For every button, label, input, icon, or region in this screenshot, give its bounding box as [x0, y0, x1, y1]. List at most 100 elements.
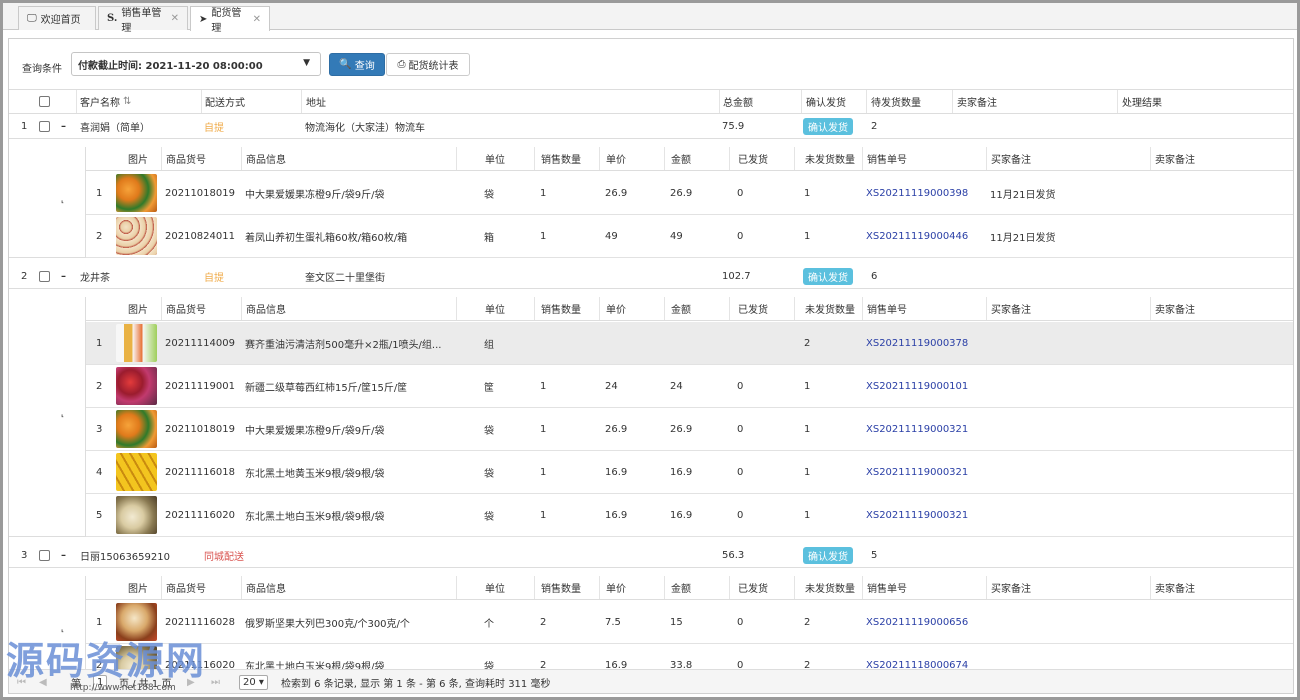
item-unshipped: 1 [804, 423, 811, 435]
item-img [116, 322, 161, 364]
item-seller-note [1150, 408, 1293, 450]
close-icon[interactable]: ✕ [171, 13, 179, 24]
subcol-img: 图片 [128, 584, 148, 595]
item-order[interactable]: XS20211119000378 [862, 322, 986, 364]
item-price: 7.5 [605, 616, 621, 628]
item-n: 4 [96, 466, 103, 478]
subcol-code: 商品货号 [161, 297, 241, 320]
total-amount: 75.9 [722, 120, 745, 132]
item-order[interactable]: XS20211119000446 [862, 215, 986, 257]
item-buyer-note [986, 644, 1150, 669]
product-image [116, 496, 157, 534]
item-unit: 袋 [484, 468, 494, 480]
item-unshipped: 2 [804, 659, 811, 670]
item-amount: 26.9 [670, 187, 693, 199]
item-info: 新疆二级草莓西红柿15斤/筐15斤/筐 [245, 382, 408, 394]
close-icon[interactable]: ✕ [253, 14, 261, 25]
item-amount: 24 [670, 380, 683, 392]
subcol-qty: 销售数量 [534, 297, 599, 320]
subcol-unshipped[interactable]: 未发货数量 [794, 147, 862, 170]
subcol-amount: 金额 [664, 297, 729, 320]
item-qty: 1 [540, 230, 547, 242]
item-price: 16.9 [605, 659, 628, 670]
item-buyer-note [986, 322, 1150, 364]
distribution-panel: 查询条件 付款截止时间: 2021-11-20 08:00:00 ▼ 🔍 查询 … [8, 38, 1294, 694]
item-row: 2 20211119001 新疆二级草莓西红柿15斤/筐15斤/筐 筐 1 24 24 0 1 X… [86, 365, 1293, 408]
item-info: 东北黑土地白玉米9根/袋9根/袋 [245, 661, 385, 670]
item-buyer-note [986, 365, 1150, 407]
item-unit: 袋 [484, 425, 494, 437]
item-order[interactable]: XS20211119000656 [862, 601, 986, 643]
subcol-amount: 金额 [664, 147, 729, 170]
collapse-toggle[interactable]: – [61, 264, 66, 288]
item-shipped: 0 [737, 659, 744, 670]
address: 物流海化（大家洼）物流车 [305, 122, 425, 134]
item-code: 20211114009 [165, 337, 235, 349]
item-code: 20211116020 [165, 509, 235, 521]
item-qty: 2 [540, 616, 547, 628]
item-price: 26.9 [605, 187, 628, 199]
item-seller-note [1150, 601, 1293, 643]
row-checkbox[interactable] [39, 264, 50, 288]
subcol-unshipped[interactable]: 未发货数量 [794, 297, 862, 320]
subcol-info: 商品信息 [241, 297, 481, 320]
subtable-header: 图片 商品货号 商品信息 单位 销售数量 单价 金额 已发货 未发货数量 销售单号 买家备注 卖家备注 [86, 576, 1293, 600]
confirm-ship-badge[interactable]: 确认发货 [803, 114, 863, 138]
subcol-order: 销售单号 [862, 147, 986, 170]
delivery-method: 自提 [204, 122, 224, 134]
product-image [116, 367, 157, 405]
product-image [116, 453, 157, 491]
item-shipped: 0 [737, 187, 744, 199]
confirm-ship-badge[interactable]: 确认发货 [803, 264, 863, 288]
item-price [599, 322, 664, 364]
item-subtable: 图片 商品货号 商品信息 单位 销售数量 单价 金额 已发货 未发货数量 销售单号 买家备注 卖家备注… [85, 576, 1293, 669]
tab-sales-orders[interactable]: S. 销售单管理 ✕ [98, 6, 188, 34]
subcol-shipped: 已发货 [729, 297, 794, 320]
item-order[interactable]: XS20211119000321 [862, 408, 986, 450]
row-checkbox[interactable] [39, 543, 50, 567]
group-detail: ⸤ 图片 商品货号 商品信息 单位 销售数量 单价 金额 已发货 未发货数量 销售单号 买家备注 卖家备… [9, 139, 1293, 258]
group-row: 2 – 龙井茶 自提 奎文区二十里堡街 102.7 确认发货 6 [9, 264, 1293, 289]
send-icon: ➤ [199, 13, 208, 25]
collapse-toggle[interactable]: – [61, 543, 66, 567]
item-img [116, 215, 161, 257]
page-size-select[interactable]: 20 ▾ [239, 670, 268, 693]
item-info: 东北黑土地黄玉米9根/袋9根/袋 [245, 468, 385, 480]
item-n: 1 [96, 337, 103, 349]
item-order[interactable]: XS20211119000398 [862, 172, 986, 214]
item-shipped: 0 [737, 616, 744, 628]
item-n: 5 [96, 509, 103, 521]
item-order[interactable]: XS20211119000321 [862, 451, 986, 493]
tab-welcome[interactable]: 🖵 欢迎首页 [18, 6, 96, 30]
subcol-buyer-note: 买家备注 [986, 576, 1150, 599]
item-amount: 15 [670, 616, 683, 628]
item-code: 20211116018 [165, 466, 235, 478]
subcol-qty: 销售数量 [534, 576, 599, 599]
item-unshipped: 1 [804, 509, 811, 521]
subcol-seller-note: 卖家备注 [1150, 297, 1293, 320]
subcol-code: 商品货号 [161, 576, 241, 599]
item-img [116, 172, 161, 214]
tab-distribution[interactable]: ➤ 配货管理 ✕ [190, 6, 270, 34]
address [305, 543, 705, 567]
item-price: 16.9 [605, 466, 628, 478]
item-seller-note [1150, 322, 1293, 364]
item-unshipped: 1 [804, 466, 811, 478]
pending-qty: 6 [871, 270, 878, 282]
item-order[interactable]: XS20211119000101 [862, 365, 986, 407]
subcol-unshipped[interactable]: 未发货数量 [794, 576, 862, 599]
row-checkbox[interactable] [39, 114, 50, 138]
subcol-buyer-note: 买家备注 [986, 297, 1150, 320]
item-buyer-note [986, 408, 1150, 450]
total-amount: 56.3 [722, 549, 745, 561]
subcol-seller-note: 卖家备注 [1150, 576, 1293, 599]
item-order[interactable]: XS20211119000321 [862, 494, 986, 536]
confirm-ship-badge[interactable]: 确认发货 [803, 543, 863, 567]
item-order[interactable]: XS20211118000674 [862, 644, 986, 670]
collapse-toggle[interactable]: – [61, 114, 66, 138]
subcol-buyer-note: 买家备注 [986, 147, 1150, 170]
item-row: 2 20210824011 着凤山养初生蛋礼箱60枚/箱60枚/箱 箱 1 49 49 0 1 X… [86, 215, 1293, 258]
last-page-icon[interactable]: ⏭ [211, 670, 220, 693]
row-index: 2 [21, 270, 28, 282]
item-qty: 1 [540, 380, 547, 392]
